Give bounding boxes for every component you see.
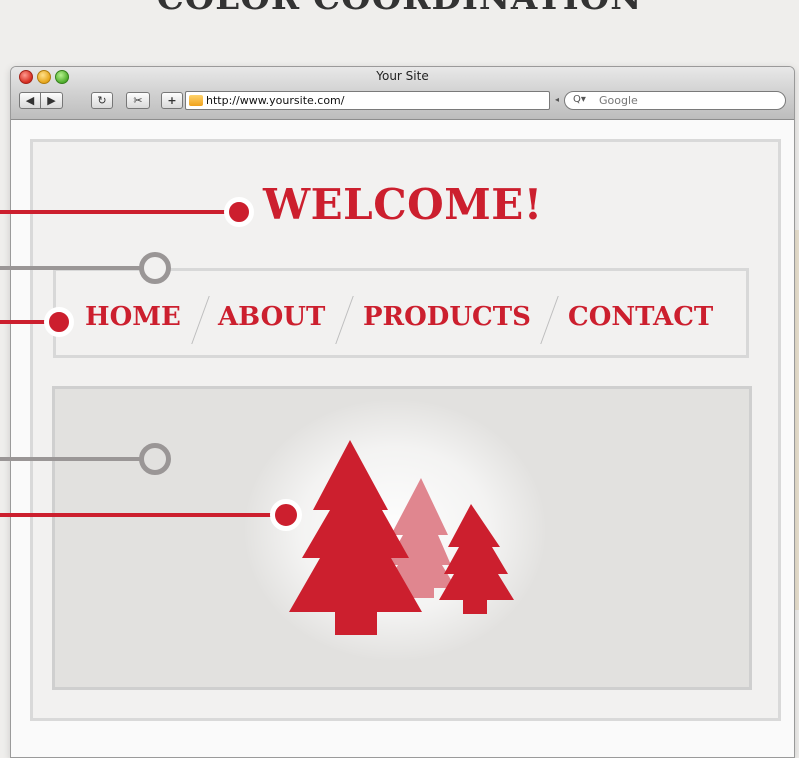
callout-line [0, 513, 280, 517]
callout-dot [224, 197, 254, 227]
welcome-heading: WELCOME! [263, 180, 543, 229]
snapback-button[interactable]: ✂ [126, 92, 150, 109]
address-dropdown-icon[interactable]: ◂ [555, 95, 559, 104]
callout-line [0, 457, 144, 461]
callout-ring [139, 252, 171, 284]
tree-icon [439, 504, 514, 614]
reload-button[interactable]: ↻ [91, 92, 113, 109]
trees-illustration [289, 440, 514, 635]
reload-icon: ↻ [97, 94, 107, 107]
nav-item-contact[interactable]: CONTACT [568, 302, 713, 332]
search-field[interactable]: Q▾ Google [564, 91, 786, 110]
add-bookmark-icon: + [167, 94, 177, 107]
page-heading: COLOR COORDINATION [0, 0, 799, 18]
add-bookmark-button[interactable]: + [161, 92, 183, 109]
callout-line [0, 210, 237, 214]
callout-ring [139, 443, 171, 475]
nav-item-products[interactable]: PRODUCTS [363, 302, 531, 332]
callout-dot [270, 499, 302, 531]
window-title: Your Site [376, 69, 429, 83]
forward-icon: ▶ [47, 94, 56, 107]
forward-button[interactable]: ▶ [41, 92, 63, 109]
search-icon: Q▾ [573, 94, 586, 105]
url-text: http://www.yoursite.com/ [206, 94, 345, 107]
folder-icon [189, 95, 203, 106]
snapback-icon: ✂ [133, 94, 143, 107]
address-bar[interactable]: http://www.yoursite.com/ [185, 91, 550, 110]
callout-line [0, 266, 144, 270]
search-placeholder: Google [599, 94, 638, 107]
callout-dot [44, 307, 74, 337]
back-button[interactable]: ◀ [19, 92, 41, 109]
nav-item-home[interactable]: HOME [85, 302, 181, 332]
back-icon: ◀ [25, 94, 35, 107]
nav-item-about[interactable]: ABOUT [218, 302, 325, 332]
browser-toolbar: Your Site ◀ ▶ ↻ ✂ + http://www.yoursite.… [11, 67, 794, 120]
